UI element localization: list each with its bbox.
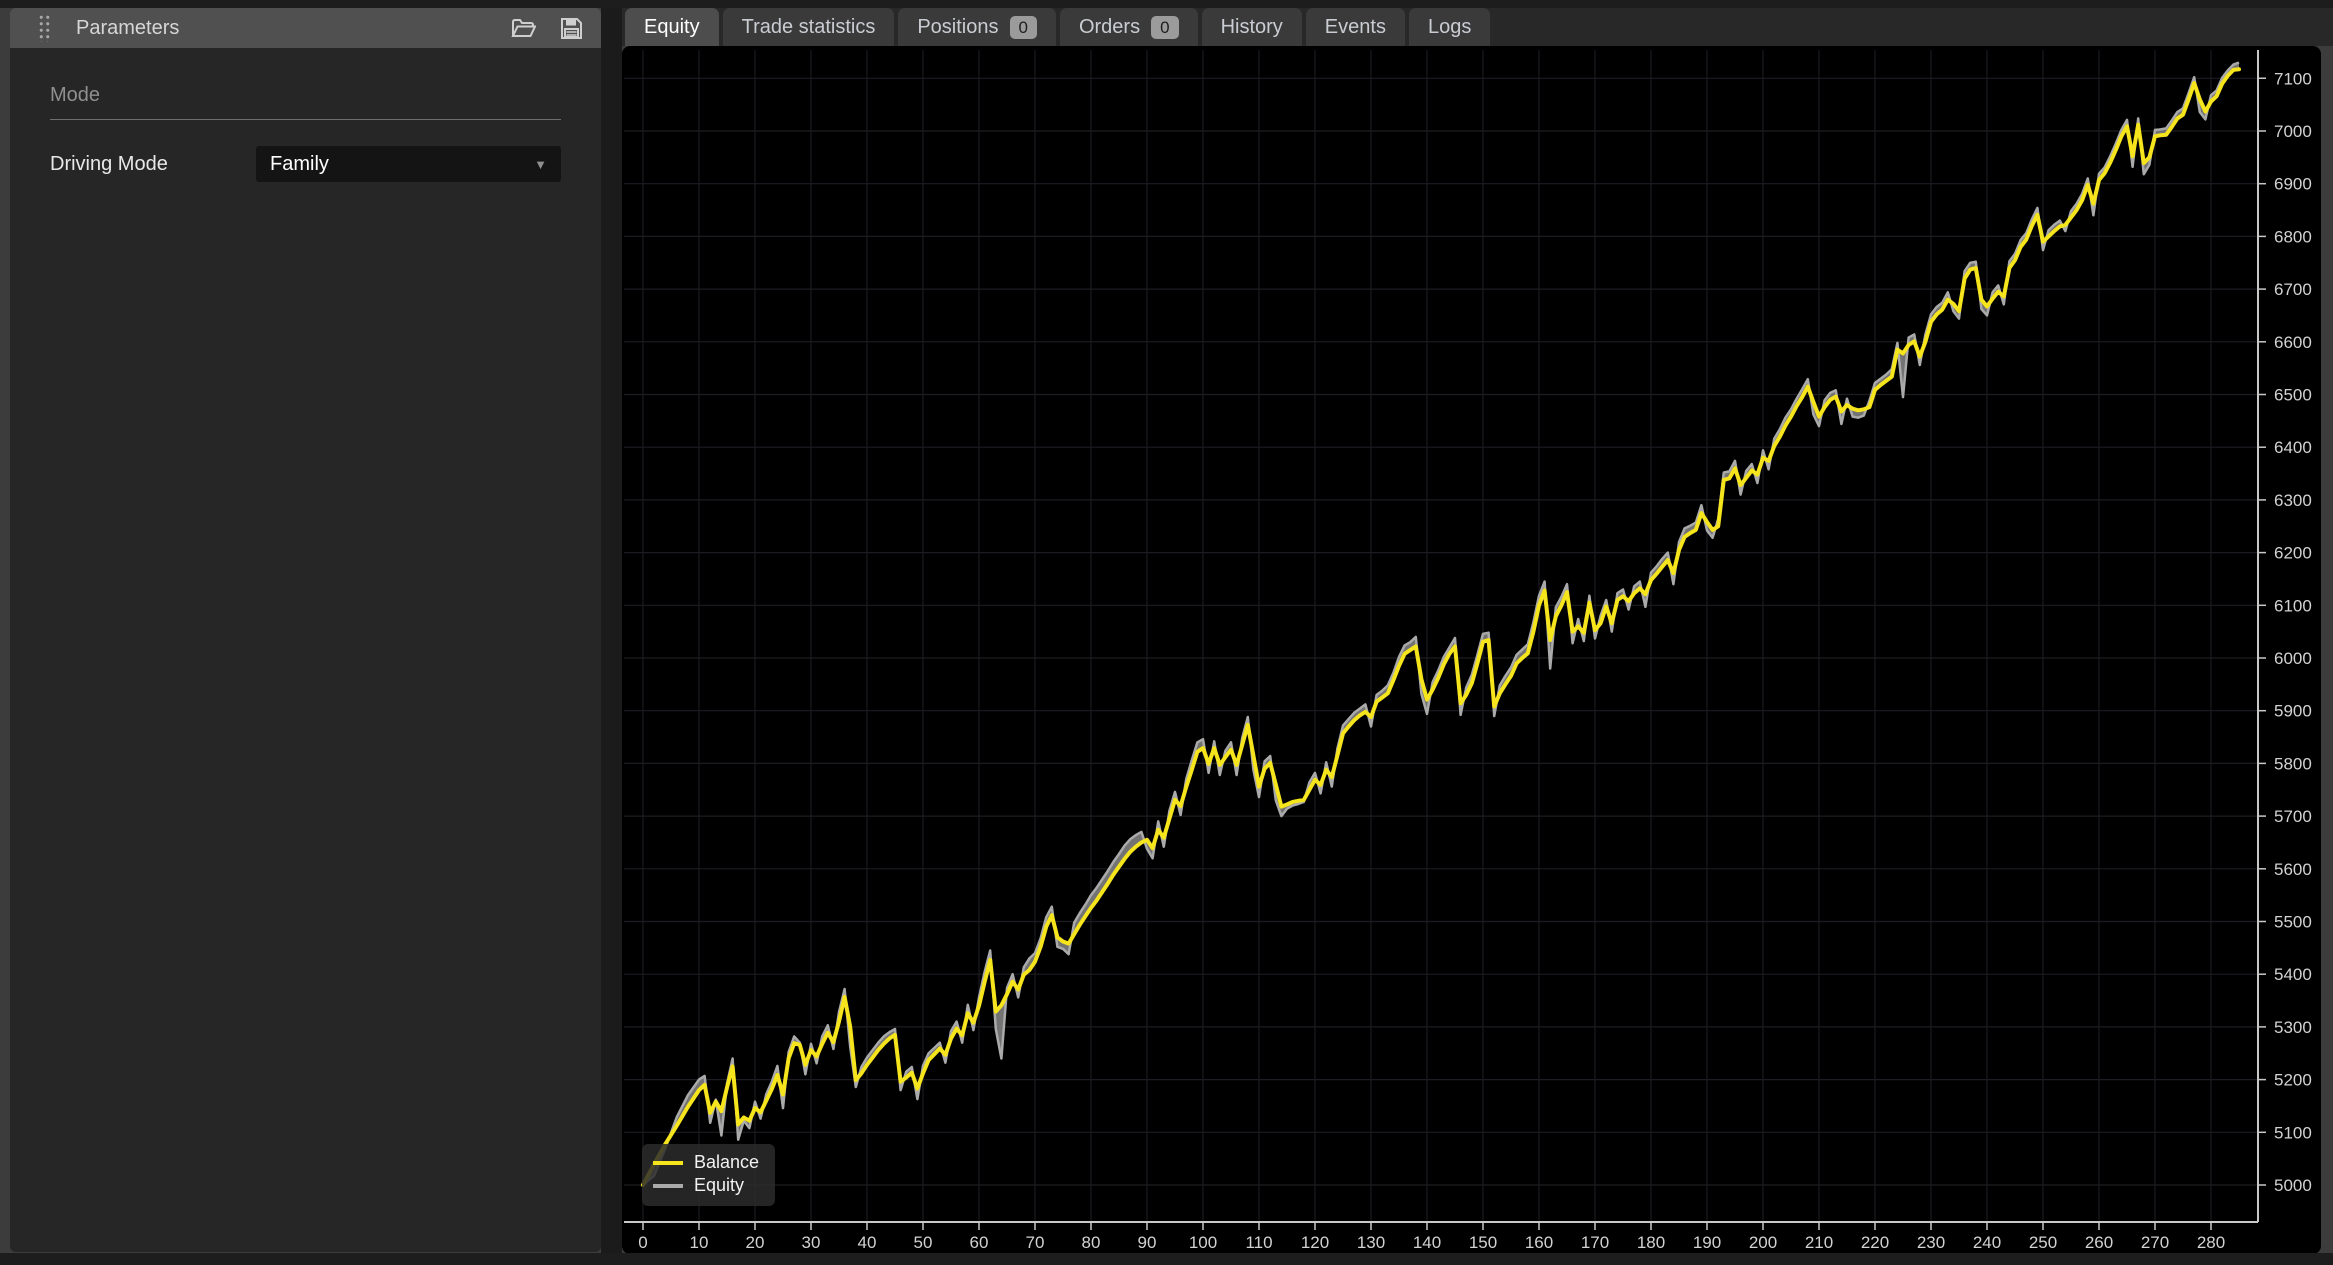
svg-text:140: 140 [1413, 1233, 1441, 1252]
svg-text:270: 270 [2141, 1233, 2169, 1252]
svg-text:150: 150 [1469, 1233, 1497, 1252]
svg-text:5700: 5700 [2274, 807, 2312, 826]
window-bottom-edge [0, 1253, 2333, 1265]
svg-text:180: 180 [1637, 1233, 1665, 1252]
svg-text:6800: 6800 [2274, 227, 2312, 246]
driving-mode-select[interactable]: Family ▼ [256, 146, 561, 182]
positions-count-badge: 0 [1010, 16, 1037, 39]
tab-label: Orders [1079, 16, 1140, 39]
balance-line-swatch [653, 1161, 683, 1165]
svg-text:6000: 6000 [2274, 649, 2312, 668]
svg-text:5300: 5300 [2274, 1018, 2312, 1037]
svg-text:250: 250 [2029, 1233, 2057, 1252]
svg-text:240: 240 [1973, 1233, 2001, 1252]
tab-bar: Equity Trade statistics Positions 0 Orde… [622, 8, 2333, 46]
svg-text:5200: 5200 [2274, 1071, 2312, 1090]
tab-trade-statistics[interactable]: Trade statistics [723, 8, 895, 46]
svg-text:30: 30 [802, 1233, 821, 1252]
section-label-mode: Mode [50, 84, 561, 119]
chevron-down-icon: ▼ [534, 157, 547, 172]
svg-text:6100: 6100 [2274, 596, 2312, 615]
tab-label: Positions [917, 16, 998, 39]
svg-text:6400: 6400 [2274, 438, 2312, 457]
open-folder-icon[interactable] [511, 17, 536, 39]
svg-text:5600: 5600 [2274, 860, 2312, 879]
svg-text:260: 260 [2085, 1233, 2113, 1252]
svg-text:120: 120 [1301, 1233, 1329, 1252]
panel-title: Parameters [76, 17, 179, 40]
svg-text:5400: 5400 [2274, 965, 2312, 984]
svg-text:6300: 6300 [2274, 491, 2312, 510]
svg-text:5900: 5900 [2274, 702, 2312, 721]
svg-text:220: 220 [1861, 1233, 1889, 1252]
tab-positions[interactable]: Positions 0 [898, 8, 1056, 46]
svg-text:10: 10 [690, 1233, 709, 1252]
svg-text:6700: 6700 [2274, 280, 2312, 299]
drag-handle-icon[interactable] [38, 14, 52, 42]
window-top-edge [0, 0, 2333, 8]
legend-row-equity: Equity [653, 1174, 759, 1197]
tab-label: Events [1325, 16, 1386, 39]
tab-label: Equity [644, 16, 700, 39]
svg-text:40: 40 [858, 1233, 877, 1252]
parameters-panel-header[interactable]: Parameters [10, 8, 601, 48]
legend-label-balance: Balance [694, 1152, 759, 1173]
driving-mode-row: Driving Mode Family ▼ [50, 146, 561, 182]
svg-text:5500: 5500 [2274, 913, 2312, 932]
svg-text:6200: 6200 [2274, 544, 2312, 563]
chart-legend: Balance Equity [642, 1144, 775, 1206]
tab-history[interactable]: History [1202, 8, 1302, 46]
panel-splitter[interactable] [601, 8, 622, 1253]
equity-line-swatch [653, 1184, 683, 1188]
svg-text:60: 60 [970, 1233, 989, 1252]
tab-label: Logs [1428, 16, 1471, 39]
svg-text:70: 70 [1026, 1233, 1045, 1252]
svg-text:0: 0 [638, 1233, 647, 1252]
svg-text:50: 50 [914, 1233, 933, 1252]
tab-events[interactable]: Events [1306, 8, 1405, 46]
svg-text:7000: 7000 [2274, 122, 2312, 141]
svg-text:110: 110 [1245, 1233, 1272, 1252]
svg-text:170: 170 [1581, 1233, 1609, 1252]
svg-text:6900: 6900 [2274, 175, 2312, 194]
save-icon[interactable] [560, 17, 583, 40]
svg-text:100: 100 [1189, 1233, 1217, 1252]
tab-label: Trade statistics [742, 16, 876, 39]
tab-label: History [1221, 16, 1283, 39]
svg-text:5100: 5100 [2274, 1123, 2312, 1142]
driving-mode-value: Family [270, 153, 329, 176]
svg-text:80: 80 [1082, 1233, 1101, 1252]
svg-text:210: 210 [1805, 1233, 1833, 1252]
svg-text:7100: 7100 [2274, 69, 2312, 88]
svg-text:90: 90 [1138, 1233, 1157, 1252]
svg-text:130: 130 [1357, 1233, 1385, 1252]
equity-chart[interactable]: 0 10 20 30 40 50 60 70 80 90 100 110 120 130 140 150 160… [622, 46, 2321, 1254]
svg-text:280: 280 [2197, 1233, 2225, 1252]
svg-text:5000: 5000 [2274, 1176, 2312, 1195]
driving-mode-label: Driving Mode [50, 153, 168, 176]
legend-row-balance: Balance [653, 1151, 759, 1174]
orders-count-badge: 0 [1151, 16, 1178, 39]
parameters-panel-body: Mode Driving Mode Family ▼ [10, 48, 601, 1252]
svg-text:190: 190 [1693, 1233, 1721, 1252]
section-divider [50, 119, 561, 120]
tab-logs[interactable]: Logs [1409, 8, 1490, 46]
legend-label-equity: Equity [694, 1175, 744, 1196]
svg-text:6500: 6500 [2274, 386, 2312, 405]
svg-text:5800: 5800 [2274, 754, 2312, 773]
equity-chart-panel: 0 10 20 30 40 50 60 70 80 90 100 110 120 130 140 150 160… [622, 46, 2321, 1254]
svg-text:6600: 6600 [2274, 333, 2312, 352]
parameters-panel: Parameters Mode Driving Mode Family ▼ [10, 8, 601, 1252]
svg-text:20: 20 [746, 1233, 765, 1252]
svg-text:230: 230 [1917, 1233, 1945, 1252]
svg-text:200: 200 [1749, 1233, 1777, 1252]
tab-orders[interactable]: Orders 0 [1060, 8, 1198, 46]
tab-equity[interactable]: Equity [625, 8, 719, 46]
svg-text:160: 160 [1525, 1233, 1553, 1252]
